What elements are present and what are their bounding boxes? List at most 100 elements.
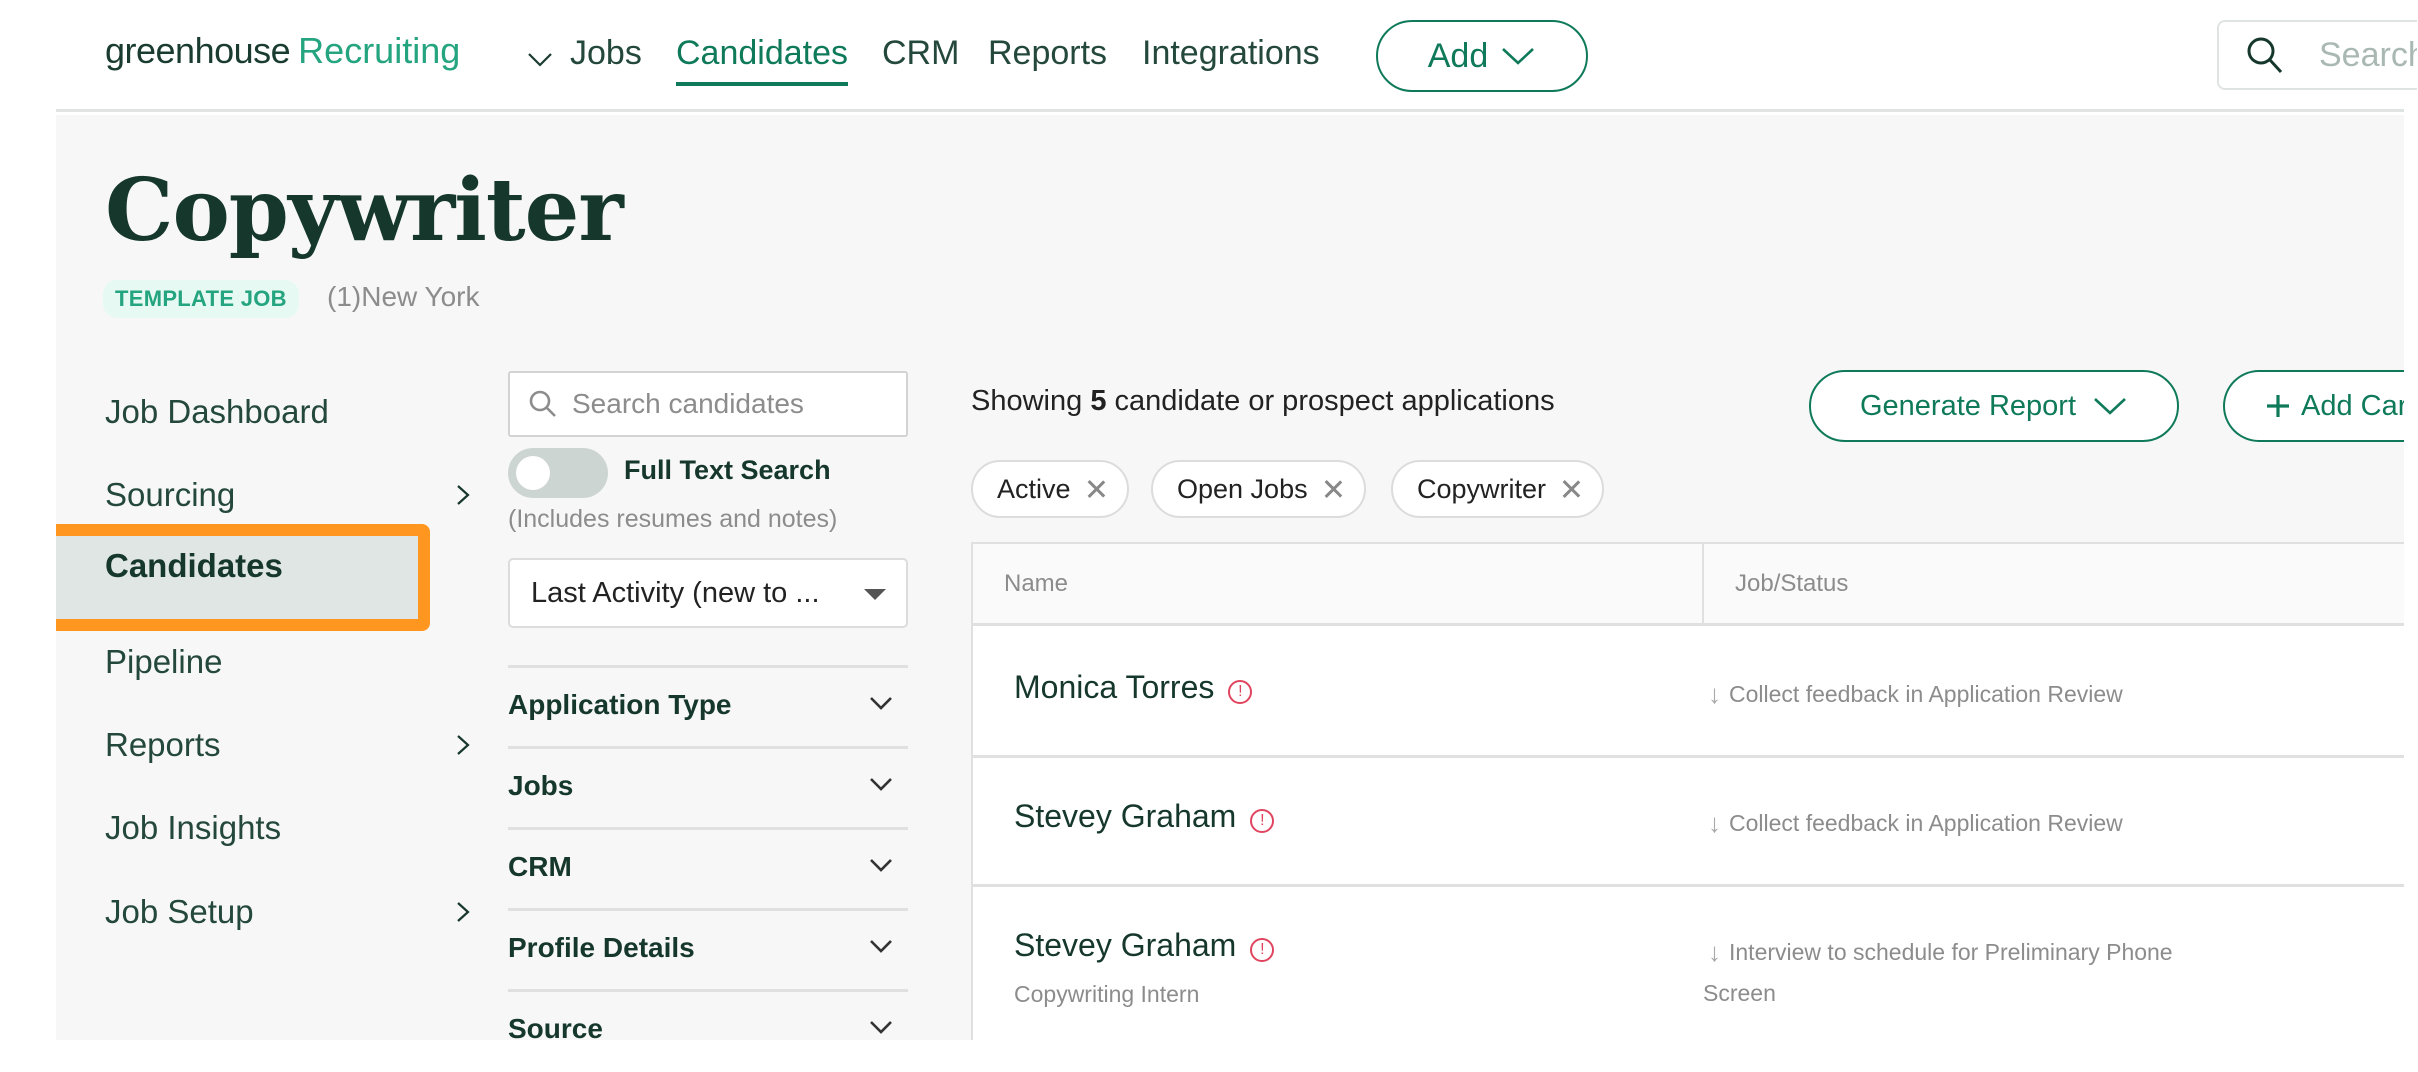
chevron-down-icon — [870, 778, 892, 791]
column-divider — [1702, 544, 1704, 626]
filter-chip-copywriter[interactable]: Copywriter — [1391, 460, 1605, 518]
caret-down-icon — [864, 589, 886, 600]
facet-label: Application Type — [508, 689, 732, 720]
table-row[interactable]: Stevey Graham ! Copywriting Intern ↓ Int… — [973, 887, 2404, 1016]
job-location: (1)New York — [327, 281, 480, 312]
nav-candidates[interactable]: Candidates — [676, 34, 849, 86]
add-candidate-label: Add Car — [2301, 389, 2404, 422]
logo-product: Recruiting — [298, 30, 461, 71]
candidate-name[interactable]: Stevey Graham ! — [1014, 927, 1275, 964]
divider — [508, 989, 908, 992]
greenhouse-logo[interactable]: greenhouse Recruiting — [105, 30, 552, 72]
sidebar-item-label: Sourcing — [105, 476, 236, 513]
chevron-down-icon — [2094, 398, 2126, 415]
chevron-down-icon[interactable] — [525, 44, 555, 74]
global-search-input[interactable]: Search — [2217, 20, 2417, 90]
facet-label: Source — [508, 1013, 603, 1040]
add-button[interactable]: Add — [1376, 20, 1588, 92]
candidate-name[interactable]: Stevey Graham ! — [1014, 798, 1275, 835]
arrow-down-icon: ↓ — [1708, 679, 1721, 709]
nav-integrations[interactable]: Integrations — [1142, 34, 1320, 73]
arrow-down-icon: ↓ — [1708, 808, 1721, 838]
nav-reports[interactable]: Reports — [988, 34, 1107, 73]
column-header-job-status[interactable]: Job/Status — [1735, 570, 1848, 598]
sidebar-item-pipeline[interactable]: Pipeline — [105, 632, 475, 692]
add-candidate-button[interactable]: Add Car — [2223, 370, 2404, 442]
nav-crm[interactable]: CRM — [882, 34, 959, 73]
candidate-name-text: Stevey Graham — [1014, 798, 1237, 834]
facet-application-type[interactable]: Application Type — [508, 675, 908, 735]
job-status: ↓ Collect feedback in Application Review — [1708, 679, 2123, 710]
results-count-text: Showing 5 candidate or prospect applicat… — [971, 385, 1555, 418]
candidate-name[interactable]: Monica Torres ! — [1014, 669, 1253, 706]
global-search-placeholder: Search — [2319, 35, 2417, 74]
table-header: Name Job/Status — [973, 544, 2404, 626]
status-text: Interview to schedule for Preliminary Ph… — [1729, 939, 2173, 965]
close-icon[interactable] — [1087, 480, 1105, 498]
plus-icon — [2267, 395, 2289, 417]
chevron-down-icon — [870, 859, 892, 872]
sidebar-item-label: Job Dashboard — [105, 393, 329, 430]
logo-brand: greenhouse — [105, 30, 291, 71]
column-header-name[interactable]: Name — [1004, 570, 1068, 598]
search-candidates-field[interactable] — [508, 371, 908, 437]
divider — [508, 827, 908, 830]
full-text-search-label: Full Text Search — [624, 455, 831, 485]
sort-select[interactable]: Last Activity (new to ... — [508, 558, 908, 628]
filter-chip-open-jobs[interactable]: Open Jobs — [1151, 460, 1366, 518]
status-text: Collect feedback in Application Review — [1729, 681, 2123, 707]
search-icon — [529, 390, 556, 417]
chip-label: Active — [997, 473, 1071, 504]
add-button-label: Add — [1427, 36, 1489, 75]
chevron-right-icon — [457, 485, 470, 505]
status-text-continued: Screen — [1703, 980, 1776, 1006]
generate-report-button[interactable]: Generate Report — [1809, 370, 2179, 442]
facet-jobs[interactable]: Jobs — [508, 756, 908, 816]
sidebar-item-candidates[interactable]: Candidates — [105, 547, 283, 585]
alert-icon: ! — [1228, 679, 1253, 704]
template-job-badge: TEMPLATE JOB — [103, 280, 299, 318]
alert-icon: ! — [1250, 808, 1275, 833]
full-text-search-toggle[interactable] — [508, 448, 608, 498]
sidebar-item-label: Job Insights — [105, 809, 282, 846]
facet-profile-details[interactable]: Profile Details — [508, 918, 908, 978]
sort-selected-value: Last Activity (new to ... — [531, 576, 820, 609]
facet-label: Profile Details — [508, 932, 695, 963]
page-title: Copywriter — [105, 160, 624, 261]
full-text-search-hint: (Includes resumes and notes) — [508, 505, 838, 533]
chip-label: Open Jobs — [1177, 473, 1308, 504]
table-row[interactable]: Monica Torres ! ↓ Collect feedback in Ap… — [973, 629, 2404, 758]
sidebar-item-job-insights[interactable]: Job Insights — [105, 798, 475, 858]
nav-jobs[interactable]: Jobs — [570, 34, 642, 73]
divider — [508, 665, 908, 668]
close-icon[interactable] — [1562, 480, 1580, 498]
facet-crm[interactable]: CRM — [508, 837, 908, 897]
results-count: 5 — [1090, 385, 1107, 417]
facet-label: CRM — [508, 851, 572, 882]
search-candidates-input[interactable] — [572, 388, 892, 420]
sidebar-item-label: Job Setup — [105, 893, 254, 930]
candidate-name-text: Stevey Graham — [1014, 927, 1237, 963]
table-row[interactable]: Stevey Graham ! ↓ Collect feedback in Ap… — [973, 758, 2404, 887]
facet-source[interactable]: Source — [508, 999, 908, 1040]
sidebar-item-label: Reports — [105, 726, 221, 763]
sidebar-item-sourcing[interactable]: Sourcing — [105, 465, 475, 525]
filter-chip-active[interactable]: Active — [971, 460, 1129, 518]
job-status: ↓ Collect feedback in Application Review — [1708, 808, 2123, 839]
status-text: Collect feedback in Application Review — [1729, 810, 2123, 836]
candidates-table: Name Job/Status Monica Torres ! ↓ Collec… — [971, 542, 2404, 1040]
arrow-down-icon: ↓ — [1708, 937, 1721, 967]
chip-label: Copywriter — [1417, 473, 1547, 504]
showing-prefix: Showing — [971, 385, 1083, 417]
candidate-name-text: Monica Torres — [1014, 669, 1215, 705]
chevron-down-icon — [870, 697, 892, 710]
sidebar-item-job-setup[interactable]: Job Setup — [105, 882, 475, 942]
chevron-right-icon — [457, 735, 470, 755]
sidebar-item-reports[interactable]: Reports — [105, 715, 475, 775]
alert-icon: ! — [1250, 937, 1275, 962]
close-icon[interactable] — [1324, 480, 1342, 498]
toggle-knob — [516, 456, 550, 490]
sidebar-item-label: Pipeline — [105, 643, 223, 680]
sidebar-item-job-dashboard[interactable]: Job Dashboard — [105, 382, 475, 442]
divider — [508, 746, 908, 749]
